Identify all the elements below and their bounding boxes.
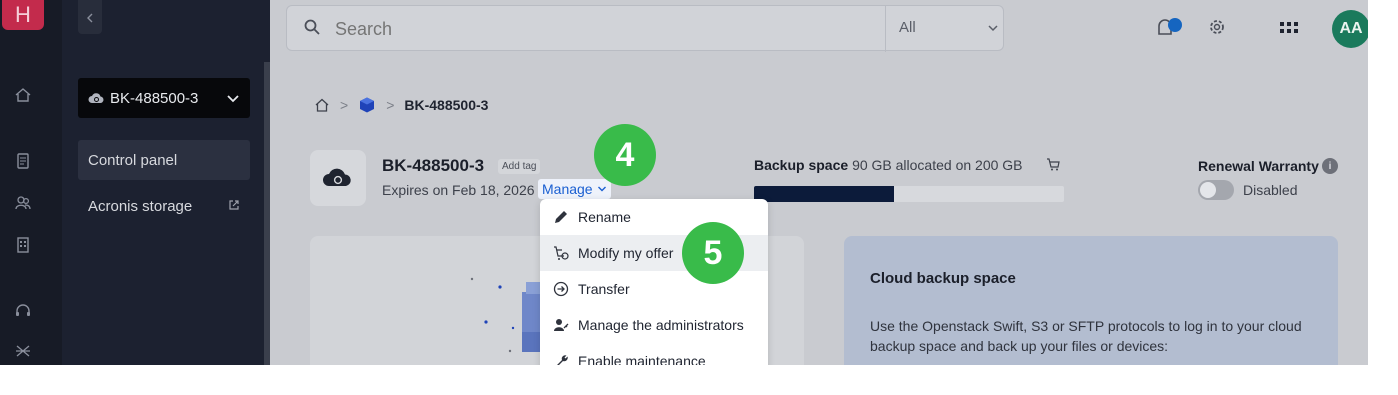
settings-button[interactable]	[1202, 12, 1232, 42]
menu-item-enable-maintenance[interactable]: Enable maintenance	[540, 343, 768, 365]
cloud-backup-icon	[323, 168, 351, 186]
search-input[interactable]	[335, 18, 835, 40]
wrench-icon	[557, 355, 568, 365]
main-content: > > BK-488500-3 BK-488500-3 Add tag Expi…	[270, 62, 1368, 365]
search-icon	[304, 19, 320, 35]
step-marker-4: 4	[594, 124, 656, 186]
cart-icon[interactable]	[1046, 157, 1061, 172]
search-box[interactable]: All	[286, 5, 1004, 52]
sidebar-item-label: Acronis storage	[88, 197, 193, 215]
manage-label: Manage	[542, 181, 593, 197]
left-rail: H	[0, 0, 62, 365]
card-title: Cloud backup space	[870, 270, 1016, 287]
apps-button[interactable]	[1274, 12, 1304, 42]
brand-logo[interactable]: H	[2, 0, 44, 30]
pencil-icon	[555, 211, 567, 223]
menu-item-label: Transfer	[578, 281, 630, 297]
notifications-button[interactable]	[1150, 12, 1182, 42]
chevron-down-icon[interactable]	[987, 22, 999, 34]
chevron-down-icon	[597, 186, 606, 192]
admins-icon	[554, 319, 569, 331]
tools-icon[interactable]	[14, 342, 32, 360]
search-scope-select[interactable]: All	[899, 19, 916, 36]
app-window: H BK-488500-3 Control panel Acronis stor…	[0, 0, 1368, 365]
card-description: Use the Openstack Swift, S3 or SFTP prot…	[870, 318, 1302, 354]
top-bar: All AA	[270, 0, 1368, 62]
breadcrumb: > > BK-488500-3	[314, 96, 488, 114]
storage-cube-icon[interactable]	[358, 96, 376, 114]
menu-item-label: Manage the administrators	[578, 317, 744, 333]
cloud-backup-icon	[88, 93, 104, 104]
backup-space-progress-fill	[754, 186, 894, 202]
invoice-icon[interactable]	[14, 152, 32, 170]
external-link-icon	[229, 200, 239, 210]
renewal-warranty-title: Renewal Warranty	[1198, 158, 1319, 174]
sidebar-item-label: Control panel	[88, 151, 178, 169]
info-icon[interactable]: i	[1322, 158, 1338, 174]
backup-space-summary: Backup space 90 GB allocated on 200 GB	[754, 157, 1023, 173]
service-icon-tile	[310, 150, 366, 206]
users-icon[interactable]	[14, 194, 32, 212]
service-sidebar: BK-488500-3 Control panel Acronis storag…	[62, 0, 270, 365]
sidebar-item-control-panel[interactable]: Control panel	[78, 140, 250, 180]
menu-item-manage-admins[interactable]: Manage the administrators	[540, 307, 768, 343]
grid-icon	[1280, 22, 1298, 33]
home-icon[interactable]	[314, 97, 330, 113]
home-icon[interactable]	[14, 86, 32, 104]
menu-item-label: Enable maintenance	[578, 353, 706, 365]
avatar[interactable]: AA	[1332, 10, 1368, 48]
menu-item-label: Rename	[578, 209, 631, 225]
service-name: BK-488500-3	[382, 156, 485, 175]
chevron-down-icon	[227, 95, 239, 103]
backup-space-value: 90 GB allocated on 200 GB	[852, 157, 1023, 173]
chevron-left-icon	[87, 13, 93, 23]
support-icon[interactable]	[14, 302, 32, 320]
breadcrumb-current: BK-488500-3	[404, 97, 489, 113]
cart-icon	[554, 246, 569, 260]
notification-badge	[1168, 18, 1182, 32]
menu-item-label: Modify my offer	[578, 245, 674, 261]
breadcrumb-separator-icon: >	[386, 97, 395, 113]
expiry-date: Expires on Feb 18, 2026	[382, 182, 535, 198]
gear-icon	[1210, 20, 1224, 34]
sidebar-collapse-button[interactable]	[78, 0, 102, 34]
project-selector[interactable]: BK-488500-3	[78, 78, 250, 118]
building-icon[interactable]	[14, 236, 32, 254]
sidebar-item-acronis-storage[interactable]: Acronis storage	[78, 186, 250, 226]
renewal-warranty-toggle[interactable]	[1198, 180, 1234, 200]
menu-item-transfer[interactable]: Transfer	[540, 271, 768, 307]
cloud-backup-card: Cloud backup space Use the Openstack Swi…	[844, 236, 1338, 365]
renewal-warranty-status: Disabled	[1243, 182, 1298, 198]
search-divider	[885, 6, 886, 52]
manage-button[interactable]: Manage	[538, 179, 611, 199]
breadcrumb-separator-icon: >	[340, 97, 349, 113]
add-tag-button[interactable]: Add tag	[498, 159, 541, 174]
step-marker-5: 5	[682, 222, 744, 284]
backup-space-label: Backup space	[754, 157, 849, 173]
backup-space-progress	[754, 186, 1064, 202]
project-selector-label: BK-488500-3	[110, 89, 199, 107]
transfer-icon	[553, 281, 569, 297]
toggle-knob	[1200, 182, 1216, 198]
manage-dropdown-menu: Rename Modify my offer Transfer Manage t…	[540, 199, 768, 365]
